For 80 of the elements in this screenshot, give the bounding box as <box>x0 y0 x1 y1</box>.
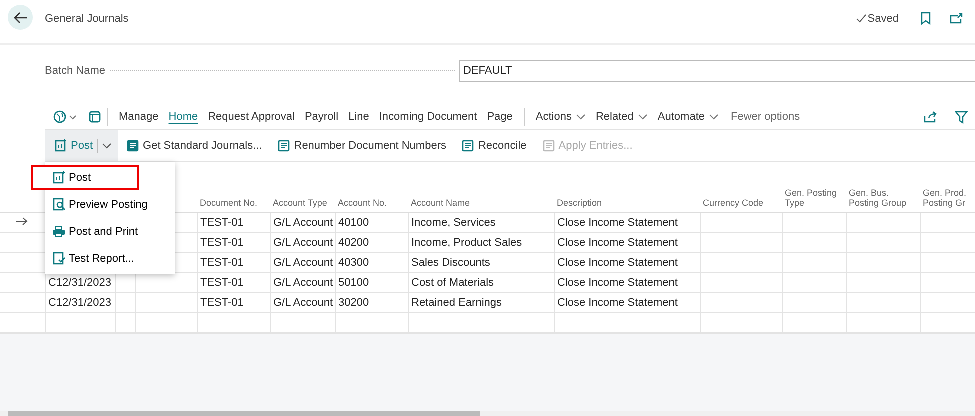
filter-icon[interactable] <box>955 110 968 124</box>
table-cell: Sales Discounts <box>412 256 490 268</box>
column-header[interactable]: Gen. Bus. Posting Group <box>849 188 917 208</box>
globe-dropdown-icon[interactable] <box>53 110 79 124</box>
table-cell: G/L Account <box>274 236 334 248</box>
back-arrow-icon <box>14 12 28 24</box>
column-header[interactable]: Account Type <box>273 198 332 208</box>
table-cell: 50100 <box>338 276 370 288</box>
table-cell: Close Income Statement <box>558 296 678 308</box>
share-icon[interactable] <box>924 111 938 123</box>
table-cell: Income, Services <box>412 216 496 228</box>
action-tab[interactable]: Manage <box>114 107 164 127</box>
action-tab[interactable]: Home <box>164 107 204 127</box>
chevron-down-icon[interactable] <box>709 114 719 120</box>
table-cell: TEST-01 <box>200 276 244 288</box>
open-in-new-window-icon[interactable] <box>950 13 963 24</box>
table-cell: TEST-01 <box>200 236 244 248</box>
post-label: Post <box>71 140 94 152</box>
table-cell: 30200 <box>338 296 370 308</box>
horizontal-scrollbar[interactable] <box>8 411 480 416</box>
column-header[interactable]: Account No. <box>338 198 405 208</box>
table-cell: C12/31/2023 <box>48 276 112 288</box>
column-header[interactable]: Currency Code <box>703 198 779 208</box>
table-cell: G/L Account <box>274 256 334 268</box>
action-tab[interactable]: Page <box>482 107 518 127</box>
toolbar-action[interactable]: Reconcile <box>455 140 534 152</box>
action-tab[interactable]: Automate <box>652 107 710 127</box>
table-cell: 40200 <box>338 236 370 248</box>
action-tab[interactable]: Payroll <box>300 107 344 127</box>
action-tab[interactable]: Related <box>590 107 639 127</box>
column-header[interactable]: Gen. Posting Type <box>785 188 843 208</box>
action-tab[interactable]: Line <box>344 107 374 127</box>
table-cell: 40300 <box>338 256 370 268</box>
toolbar-action[interactable]: Get Standard Journals... <box>120 140 270 152</box>
column-header[interactable]: Document No. <box>200 198 267 208</box>
table-cell: Cost of Materials <box>412 276 494 288</box>
action-tab[interactable]: Request Approval <box>203 107 300 127</box>
table-cell: G/L Account <box>274 216 334 228</box>
table-cell: G/L Account <box>274 296 334 308</box>
batch-name-label: Batch Name <box>45 64 106 76</box>
chevron-down-icon[interactable] <box>638 114 648 120</box>
menu-item[interactable]: Post <box>31 165 139 190</box>
table-cell: 40100 <box>338 216 370 228</box>
printer-icon <box>53 225 66 238</box>
document-icon <box>278 140 290 152</box>
table-cell: G/L Account <box>274 276 334 288</box>
table-cell: Close Income Statement <box>558 236 678 248</box>
document-icon <box>542 140 555 152</box>
table-cell: C12/31/2023 <box>48 296 112 308</box>
chevron-down-icon[interactable] <box>576 114 586 120</box>
toolbar-action[interactable]: Renumber Document Numbers <box>271 140 454 152</box>
batch-name-field[interactable]: DEFAULT <box>458 60 975 82</box>
column-header[interactable]: Gen. Prod. Posting Gr <box>923 188 975 208</box>
table-cell: TEST-01 <box>200 256 244 268</box>
table-cell: TEST-01 <box>200 296 244 308</box>
table-cell: Close Income Statement <box>558 256 678 268</box>
column-header[interactable]: Description <box>557 198 697 208</box>
document-chart-icon <box>55 139 67 152</box>
table-cell: Close Income Statement <box>558 216 678 228</box>
table-cell: Retained Earnings <box>412 296 502 308</box>
document-icon <box>462 140 474 152</box>
fewer-options-link[interactable]: Fewer options <box>726 107 806 127</box>
table-cell: TEST-01 <box>200 216 244 228</box>
post-split-button[interactable]: Post <box>45 130 118 161</box>
document-check-icon <box>53 252 66 265</box>
saved-status: Saved <box>868 12 899 24</box>
back-button[interactable] <box>8 5 33 30</box>
layout-icon[interactable] <box>89 111 101 123</box>
action-tab[interactable]: Actions <box>530 107 577 127</box>
action-tab[interactable]: Incoming Document <box>374 107 482 127</box>
chevron-down-icon[interactable] <box>102 142 112 148</box>
page-title: General Journals <box>45 12 129 24</box>
column-header[interactable]: Account Name <box>411 198 551 208</box>
table-cell: Income, Product Sales <box>412 236 522 248</box>
checkmark-icon <box>856 14 867 23</box>
bookmark-icon[interactable] <box>921 12 931 25</box>
magnifier-document-icon <box>53 198 66 211</box>
document-icon <box>127 140 140 152</box>
table-cell: Close Income Statement <box>558 276 678 288</box>
document-chart-icon <box>53 171 66 184</box>
